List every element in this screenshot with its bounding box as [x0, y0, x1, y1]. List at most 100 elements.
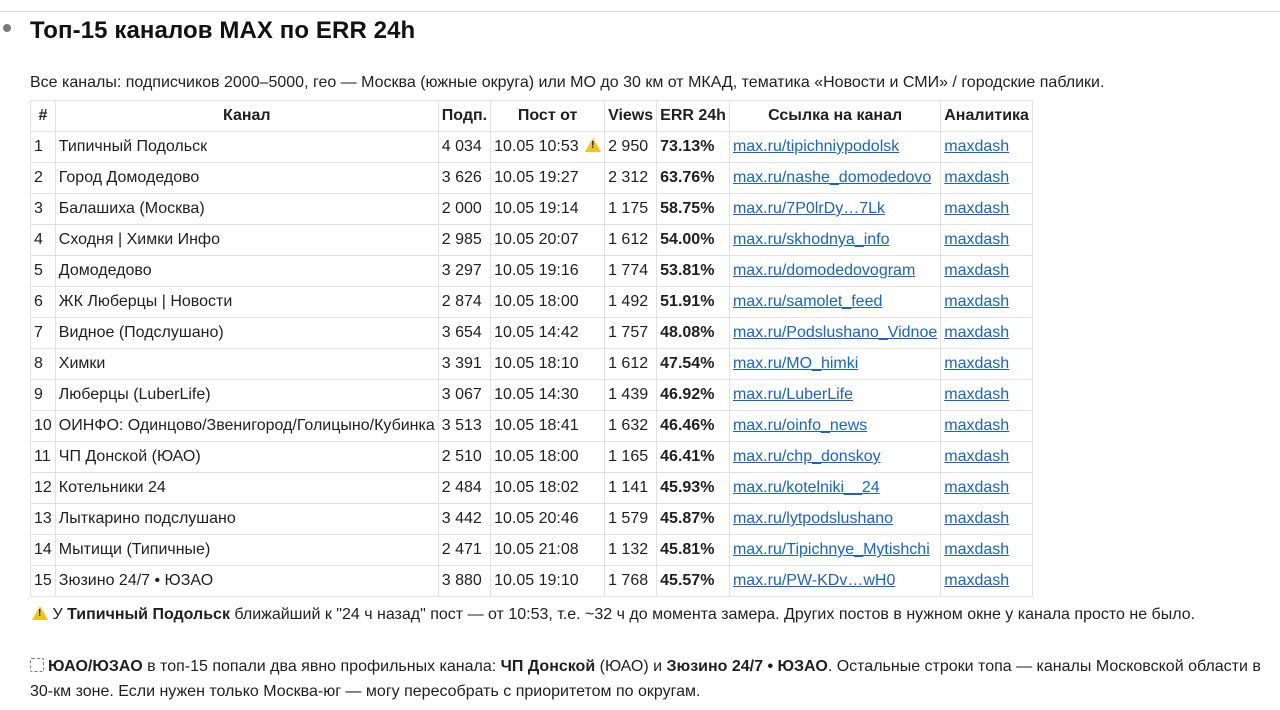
note-podolsk: У Типичный Подольск ближайший к "24 ч на… — [30, 602, 1260, 627]
analytics-link[interactable]: maxdash — [944, 479, 1009, 496]
analytics-link[interactable]: maxdash — [944, 417, 1009, 434]
analytics-link[interactable]: maxdash — [944, 510, 1009, 527]
channel-link[interactable]: max.ru/chp_donskoy — [733, 448, 881, 465]
channel-link[interactable]: max.ru/nashe_domodedovo — [733, 169, 931, 186]
post-time: 10.05 18:10 — [494, 355, 579, 372]
analytics-link[interactable]: maxdash — [944, 200, 1009, 217]
views: 1 768 — [604, 565, 658, 597]
note1-pre: У — [52, 606, 68, 623]
channel-link[interactable]: max.ru/PW-KDv…wH0 — [733, 572, 895, 589]
analytics-link[interactable]: maxdash — [944, 169, 1009, 186]
row-number: 11 — [30, 441, 56, 473]
analytics-cell: maxdash — [940, 317, 1033, 349]
channel-name: Лыткарино подслушано — [54, 503, 439, 535]
row-number: 7 — [30, 317, 56, 349]
warning-icon — [585, 138, 602, 152]
row-number: 1 — [30, 131, 56, 163]
channel-link-cell: max.ru/domodedovogram — [728, 255, 942, 287]
err-24h: 45.87% — [656, 503, 730, 535]
post-time: 10.05 19:14 — [494, 200, 579, 217]
table-row: 13 Лыткарино подслушано 3 442 10.05 20:46 1 … — [30, 503, 1033, 535]
err-24h: 45.81% — [656, 534, 730, 566]
post-time: 10.05 18:00 — [494, 448, 579, 465]
channel-link[interactable]: max.ru/samolet_feed — [733, 293, 882, 310]
post-time-cell: 10.05 14:42 — [490, 317, 606, 349]
post-time-cell: 10.05 18:02 — [490, 472, 606, 504]
analytics-link[interactable]: maxdash — [944, 231, 1009, 248]
post-time: 10.05 19:27 — [494, 169, 579, 186]
analytics-cell: maxdash — [940, 286, 1033, 318]
analytics-link[interactable]: maxdash — [944, 386, 1009, 403]
post-time: 10.05 14:42 — [494, 324, 579, 341]
analytics-link[interactable]: maxdash — [944, 262, 1009, 279]
note1-bold: Типичный Подольск — [67, 606, 230, 623]
row-number: 6 — [30, 286, 56, 318]
table-row: 5 Домодедово 3 297 10.05 19:16 1 774 53.81% ma… — [30, 255, 1033, 287]
subscribers: 2 510 — [437, 441, 492, 473]
analytics-link[interactable]: maxdash — [944, 324, 1009, 341]
subscribers: 2 471 — [437, 534, 492, 566]
subscribers: 3 513 — [437, 410, 492, 442]
err-24h: 45.57% — [656, 565, 730, 597]
table-row: 14 Мытищи (Типичные) 2 471 10.05 21:08 1 132… — [30, 534, 1033, 566]
channel-link[interactable]: max.ru/lytpodslushano — [733, 510, 893, 527]
channel-link[interactable]: max.ru/skhodnya_info — [733, 231, 890, 248]
views: 1 141 — [604, 472, 658, 504]
channel-link[interactable]: max.ru/Tipichnye_Mytishchi — [733, 541, 930, 558]
top-cut-off-strip — [0, 0, 1280, 12]
channel-link[interactable]: max.ru/LuberLife — [733, 386, 853, 403]
err-24h: 63.76% — [656, 162, 730, 194]
table-row: 2 Город Домодедово 3 626 10.05 19:27 2 312 63… — [30, 162, 1033, 194]
row-number: 10 — [30, 410, 56, 442]
table-row: 3 Балашиха (Москва) 2 000 10.05 19:14 1 175 5… — [30, 193, 1033, 225]
channel-link[interactable]: max.ru/Podslushano_Vidnoe — [733, 324, 937, 341]
post-time: 10.05 19:10 — [494, 572, 579, 589]
post-time-cell: 10.05 19:10 — [490, 565, 606, 597]
err-24h: 46.46% — [656, 410, 730, 442]
post-time-cell: 10.05 18:10 — [490, 348, 606, 380]
channel-link-cell: max.ru/LuberLife — [728, 379, 942, 411]
channel-link[interactable]: max.ru/kotelniki__24 — [733, 479, 880, 496]
header-num: # — [30, 100, 56, 132]
channel-link-cell: max.ru/PW-KDv…wH0 — [728, 565, 942, 597]
channel-name: ЧП Донской (ЮАО) — [54, 441, 439, 473]
channel-link-cell: max.ru/kotelniki__24 — [728, 472, 942, 504]
subscribers: 3 880 — [437, 565, 492, 597]
header-views: Views — [604, 100, 658, 132]
err-24h: 54.00% — [656, 224, 730, 256]
analytics-cell: maxdash — [940, 162, 1033, 194]
analytics-cell: maxdash — [940, 534, 1033, 566]
analytics-link[interactable]: maxdash — [944, 138, 1009, 155]
header-post: Пост от — [490, 100, 606, 132]
post-time: 10.05 18:41 — [494, 417, 579, 434]
pin-icon — [30, 658, 44, 672]
row-number: 13 — [30, 503, 56, 535]
intro-text: Все каналы: подписчиков 2000–5000, гео —… — [30, 74, 1105, 91]
analytics-link[interactable]: maxdash — [944, 355, 1009, 372]
table-row: 10 ОИНФО: Одинцово/Звенигород/Голицыно/Ку… — [30, 410, 1033, 442]
subscribers: 3 391 — [437, 348, 492, 380]
analytics-link[interactable]: maxdash — [944, 572, 1009, 589]
channel-name: Зюзино 24/7 • ЮЗАО — [54, 565, 439, 597]
err-24h: 47.54% — [656, 348, 730, 380]
note2-bold-1: ЮАО/ЮЗАО — [48, 658, 143, 675]
channel-link[interactable]: max.ru/MO_himki — [733, 355, 858, 372]
channel-name: Химки — [54, 348, 439, 380]
analytics-link[interactable]: maxdash — [944, 448, 1009, 465]
analytics-link[interactable]: maxdash — [944, 541, 1009, 558]
views: 1 439 — [604, 379, 658, 411]
analytics-link[interactable]: maxdash — [944, 293, 1009, 310]
analytics-cell: maxdash — [940, 472, 1033, 504]
err-24h: 46.41% — [656, 441, 730, 473]
channel-link[interactable]: max.ru/tipichniypodolsk — [733, 138, 899, 155]
subscribers: 3 297 — [437, 255, 492, 287]
channel-link-cell: max.ru/Tipichnye_Mytishchi — [728, 534, 942, 566]
channel-link[interactable]: max.ru/7P0lrDy…7Lk — [733, 200, 885, 217]
analytics-cell: maxdash — [940, 255, 1033, 287]
post-time: 10.05 20:46 — [494, 510, 579, 527]
views: 1 492 — [604, 286, 658, 318]
err-24h: 48.08% — [656, 317, 730, 349]
row-number: 2 — [30, 162, 56, 194]
channel-link[interactable]: max.ru/oinfo_news — [733, 417, 867, 434]
channel-link[interactable]: max.ru/domodedovogram — [733, 262, 915, 279]
